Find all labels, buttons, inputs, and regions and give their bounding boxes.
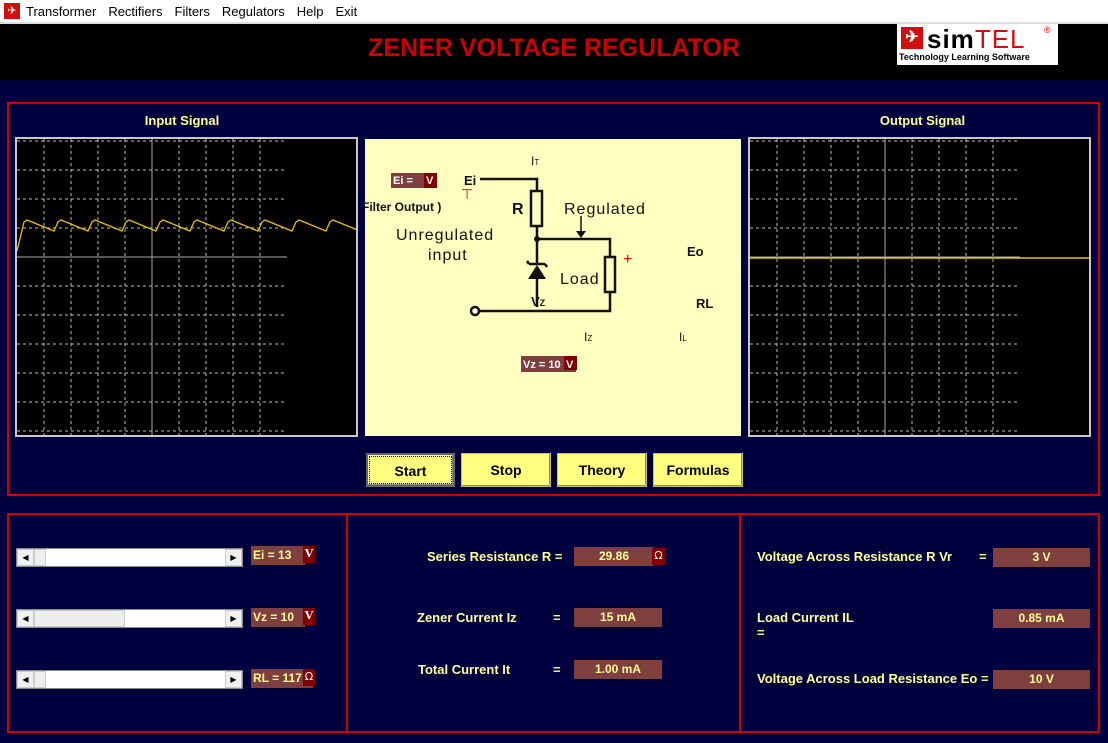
vz-slider-thumb[interactable] <box>34 610 125 627</box>
vz-box-label: Vz = 10 <box>523 359 561 371</box>
ei-unit: V <box>303 546 315 563</box>
zener-circuit: Ei = V ⊤ Ei (Filter Output ) IT R Regula… <box>358 154 713 372</box>
wire-input <box>480 177 539 191</box>
filter-output-label: (Filter Output ) <box>365 200 441 214</box>
simtel-logo: ✈ simTEL ® Technology Learning Software <box>897 24 1058 65</box>
vz-node-label: VZ <box>531 294 546 309</box>
arrow-left-icon[interactable]: ◀ <box>17 549 34 566</box>
ei-box-label: Ei = <box>393 175 413 187</box>
input-label: input <box>428 247 468 264</box>
total-current-value: 1.00 mA <box>574 660 662 679</box>
arrow-right-icon[interactable]: ▶ <box>225 549 242 566</box>
unregulated-label: Unregulated <box>396 227 494 244</box>
logo-tagline: Technology Learning Software <box>899 52 1030 62</box>
input-scope-screen <box>16 139 365 435</box>
divider <box>739 513 741 733</box>
il-label: Load Current IL <box>757 610 854 625</box>
load-resistor <box>603 255 617 294</box>
regulated-label: Regulated <box>564 201 646 218</box>
zener-current-label: Zener Current Iz <box>417 610 517 625</box>
divider <box>346 513 348 733</box>
vz-box-unit: V <box>566 359 574 371</box>
iz-label: IZ <box>584 330 592 344</box>
ei-slider[interactable]: ◀ ▶ <box>16 548 243 567</box>
logo-word: simTEL <box>927 24 1026 54</box>
menu-regulators[interactable]: Regulators <box>222 4 285 19</box>
vr-eq: = <box>979 549 987 564</box>
menu-help[interactable]: Help <box>297 4 324 19</box>
zener-current-eq: = <box>553 610 561 625</box>
ei-box-unit: V <box>426 175 434 187</box>
ei-value: Ei = 13 <box>251 546 305 565</box>
output-scope <box>748 137 1091 437</box>
output-scope-screen <box>750 139 1089 435</box>
theory-button[interactable]: Theory <box>557 453 647 487</box>
menu-exit[interactable]: Exit <box>336 4 358 19</box>
logo-registered: ® <box>1044 25 1051 35</box>
input-waveform <box>16 219 365 252</box>
logo-figure-icon: ✈ <box>901 27 923 49</box>
arrow-right-icon[interactable]: ▶ <box>225 610 242 627</box>
arrow-right-icon[interactable]: ▶ <box>225 671 242 688</box>
load-label: Load <box>560 271 600 288</box>
il-label: IL <box>679 330 687 344</box>
input-terminal <box>469 305 481 317</box>
vz-unit: V <box>303 608 315 625</box>
il-eq: = <box>757 625 765 640</box>
it-label: IT <box>531 154 539 168</box>
arrow-left-icon[interactable]: ◀ <box>17 610 34 627</box>
total-current-label: Total Current It <box>418 662 511 677</box>
rl-slider-thumb[interactable] <box>34 671 46 688</box>
series-resistor <box>529 189 544 228</box>
ei-slider-thumb[interactable] <box>34 549 46 566</box>
eo-label: Eo <box>687 244 704 259</box>
series-resistance-value: 29.86 <box>574 547 654 566</box>
start-button[interactable]: Start <box>366 453 455 487</box>
rl-slider[interactable]: ◀ ▶ <box>16 670 243 689</box>
menu-transformer[interactable]: Transformer <box>26 4 96 19</box>
series-resistance-unit: Ω <box>652 548 665 565</box>
menu-rectifiers[interactable]: Rectifiers <box>108 4 162 19</box>
wire-regulated <box>535 226 612 257</box>
series-resistance-label: Series Resistance R = <box>427 549 563 564</box>
input-scope <box>15 137 365 437</box>
menu-filters[interactable]: Filters <box>175 4 210 19</box>
arrow-left-icon[interactable]: ◀ <box>17 671 34 688</box>
ei-plus: ⊤ <box>461 186 473 202</box>
zener-diode-icon <box>528 265 546 279</box>
rl-unit: Ω <box>303 669 315 686</box>
vr-label: Voltage Across Resistance R Vr <box>757 549 953 564</box>
circuit-diagram: Ei = V ⊤ Ei (Filter Output ) IT R Regula… <box>358 139 741 436</box>
vz-slider[interactable]: ◀ ▶ <box>16 609 243 628</box>
vz-value: Vz = 10 <box>251 608 305 627</box>
vr-value: 3 V <box>993 548 1090 567</box>
menu-bar: ✈ Transformer Rectifiers Filters Regulat… <box>0 0 1108 24</box>
rl-label: RL <box>696 296 713 311</box>
output-signal-title: Output Signal <box>879 113 966 128</box>
stop-button[interactable]: Stop <box>461 453 551 487</box>
formulas-button[interactable]: Formulas <box>653 453 743 487</box>
r-label: R <box>512 201 524 218</box>
ei-node-label: Ei <box>464 173 476 188</box>
eo-value: 10 V <box>993 670 1090 689</box>
eo-label: Voltage Across Load Resistance Eo = <box>757 671 989 686</box>
input-signal-title: Input Signal <box>144 113 220 128</box>
app-icon: ✈ <box>4 3 20 19</box>
il-value: 0.85 mA <box>993 609 1090 628</box>
zener-current-value: 15 mA <box>574 608 662 627</box>
plus-sign: + <box>623 251 632 268</box>
total-current-eq: = <box>553 662 561 677</box>
